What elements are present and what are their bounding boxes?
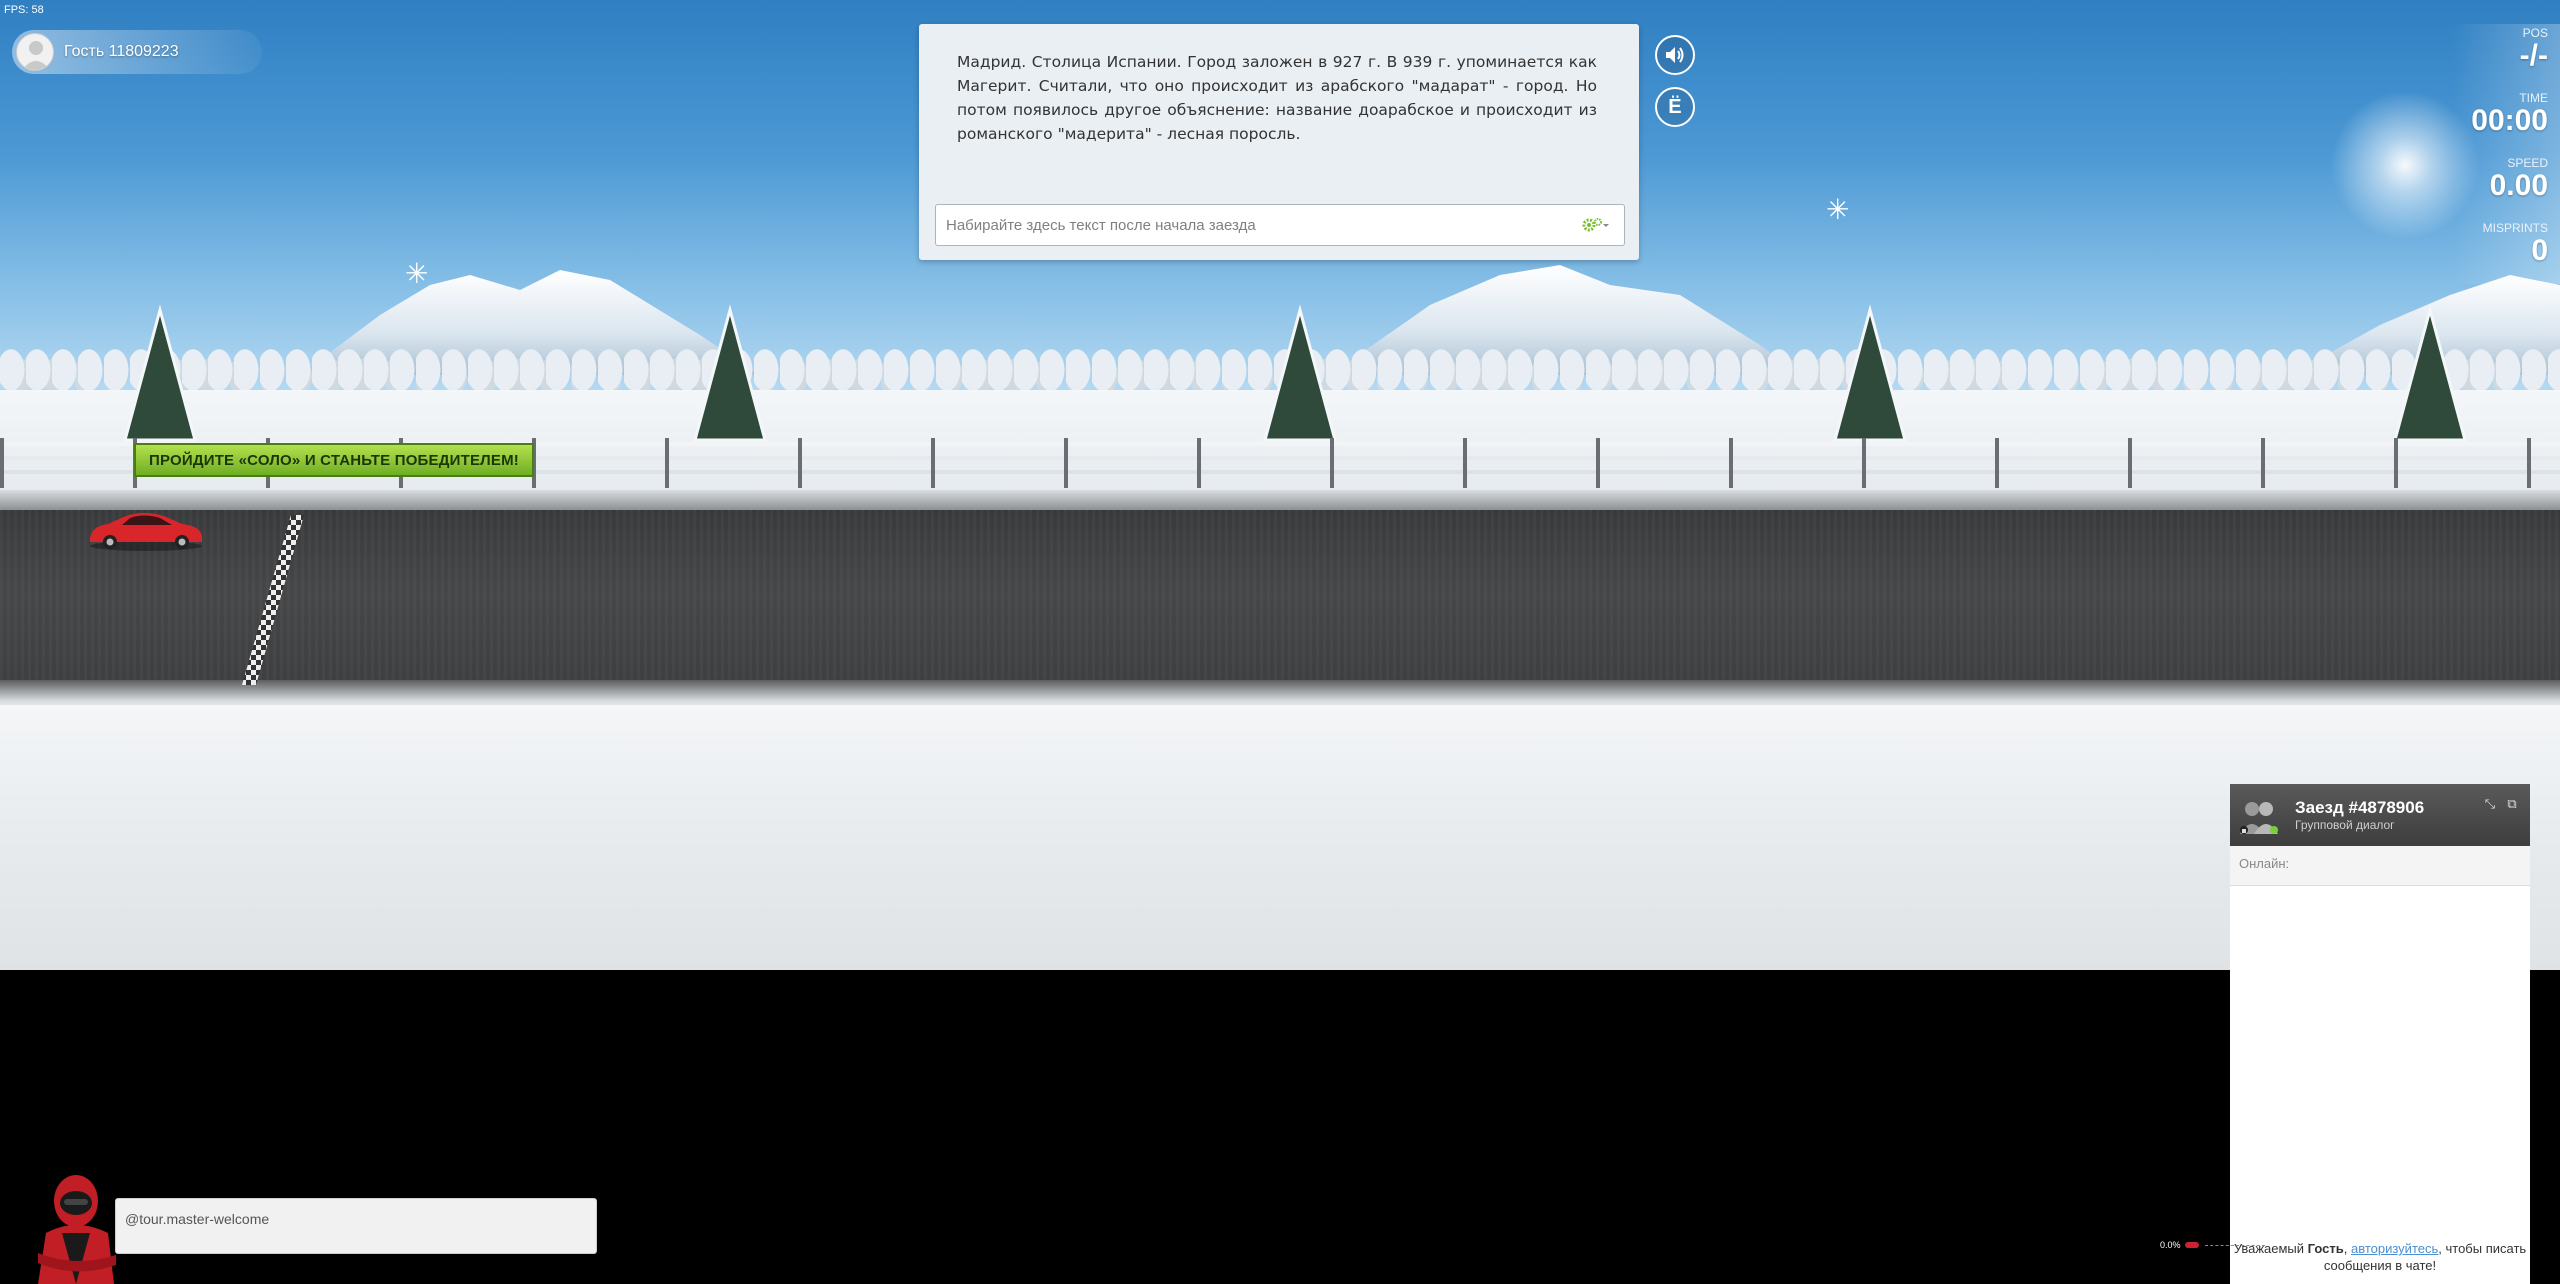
fps-counter: FPS: 58 [4,4,44,16]
chat-panel: Заезд #4878906 Групповой диалог ⤡ ⧉ Онла… [2230,784,2530,1284]
stat-value: -/- [2519,39,2548,72]
progress-car-icon [2184,1242,2199,1248]
chat-footer-user: Гость [2307,1241,2344,1256]
chat-footer: Уважаемый Гость, авторизуйтесь, чтобы пи… [2233,1241,2527,1273]
type-input[interactable] [936,205,1576,245]
stat-speed: SPEED 0.00 [2452,154,2560,219]
chat-header[interactable]: Заезд #4878906 Групповой диалог ⤡ ⧉ [2230,784,2530,846]
stat-label: MISPRINTS [2482,221,2548,235]
progress-percent: 0.0% [2160,1240,2181,1250]
stat-misprints: MISPRINTS 0 [2452,219,2560,284]
input-settings-button[interactable] [1576,214,1616,236]
snowflake-icon: ✳ [1826,194,1850,225]
sound-toggle-button[interactable] [1655,35,1695,75]
racer-mascot [38,1175,116,1284]
stat-label: TIME [2519,91,2548,105]
chat-popout-icon[interactable]: ⧉ [2504,796,2520,812]
player-badge[interactable]: Гость 11809223 [12,30,262,74]
user-icon [22,41,50,70]
race-text-panel: Мадрид. Столица Испании. Город заложен в… [919,24,1639,260]
chat-online-label: Онлайн: [2239,856,2290,871]
chat-online-list: Онлайн: [2230,846,2530,886]
avatar [16,33,54,71]
speaker-icon [1666,47,1684,63]
chat-title: Заезд #4878906 [2295,798,2425,817]
player-car [90,513,202,551]
chat-messages [2230,886,2530,1236]
promo-banner-text: ПРОЙДИТЕ «СОЛО» И СТАНЬТЕ ПОБЕДИТЕЛЕМ! [148,451,520,469]
stat-label: POS [2522,26,2548,40]
stat-value: 00:00 [2471,104,2548,137]
stat-value: 0.00 [2489,169,2548,202]
fir-trees [123,304,2467,442]
stat-time: TIME 00:00 [2452,89,2560,154]
type-input-wrapper [935,204,1625,246]
chat-subtitle: Групповой диалог [2295,818,2395,832]
chat-login-link[interactable]: авторизуйтесь [2351,1241,2438,1256]
race-stats: POS -/- TIME 00:00 SPEED 0.00 MISPRINTS … [2452,24,2560,284]
guide-message: @tour.master-welcome [115,1198,597,1254]
gears-icon [1582,218,1609,232]
yo-label: Ё [1668,95,1682,118]
yo-toggle-button[interactable]: Ё [1655,87,1695,127]
group-avatar-icon [2240,802,2278,834]
race-progress: 0.0% [2160,1240,2265,1250]
player-name: Гость 11809223 [64,43,179,60]
progress-track [2204,1244,2265,1246]
road [0,510,2560,692]
race-text: Мадрид. Столица Испании. Город заложен в… [957,53,1597,143]
snowflake-icon: ✳ [405,258,429,289]
stat-label: SPEED [2507,156,2548,170]
start-line [242,515,304,685]
stat-pos: POS -/- [2452,24,2560,89]
promo-banner[interactable]: ПРОЙДИТЕ «СОЛО» И СТАНЬТЕ ПОБЕДИТЕЛЕМ! [134,443,534,477]
chat-minimize-icon[interactable]: ⤡ [2482,796,2498,812]
snow-ground [0,705,2560,970]
stat-value: 0 [2531,234,2548,267]
